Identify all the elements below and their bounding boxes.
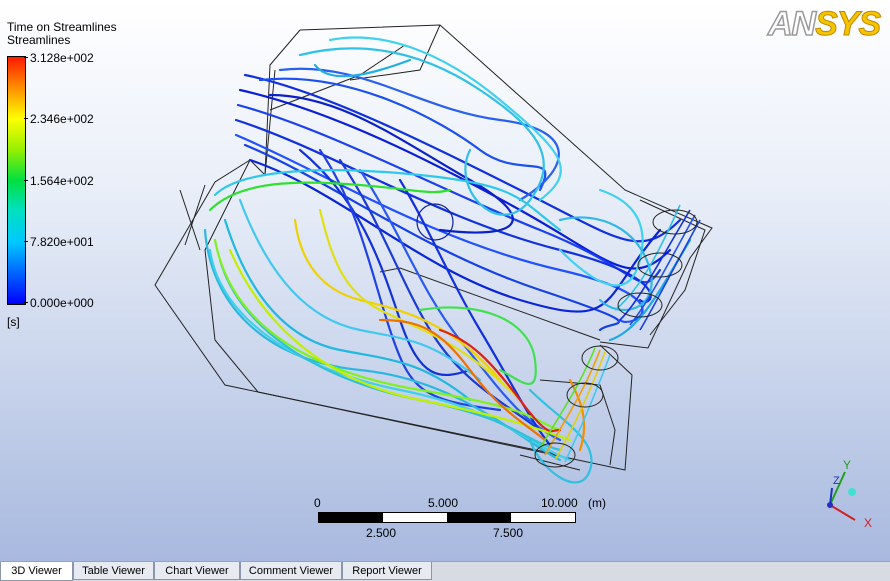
- legend-tick-label: 0.000e+000: [30, 296, 94, 310]
- logo-part1: AN: [767, 4, 817, 44]
- streamlines-warm: [208, 181, 586, 452]
- legend-subtitle: Streamlines: [7, 33, 71, 47]
- scale-label-top: 5.000: [428, 496, 459, 510]
- scale-bar-graphic: [318, 512, 576, 523]
- tab-chart-viewer[interactable]: Chart Viewer: [154, 562, 240, 580]
- streamline-scene[interactable]: Y X Z: [0, 0, 890, 561]
- tab-report-viewer[interactable]: Report Viewer: [342, 562, 432, 580]
- logo-part2: SYS: [815, 5, 882, 44]
- tab-3d-viewer[interactable]: 3D Viewer: [0, 562, 73, 581]
- legend-unit: [s]: [7, 315, 20, 329]
- axis-z-label: Z: [833, 475, 840, 487]
- viewer-tab-bar: 3D Viewer Table Viewer Chart Viewer Comm…: [0, 561, 890, 581]
- legend-tick-label: 7.820e+001: [30, 235, 94, 249]
- legend-tick-label: 2.346e+002: [30, 112, 94, 126]
- axis-x-label: X: [864, 516, 872, 530]
- scale-label-bottom: 7.500: [493, 526, 524, 540]
- scale-label-top: 0: [314, 496, 321, 510]
- streamlines-blue: [234, 67, 682, 447]
- legend-tick-label: 3.128e+002: [30, 51, 94, 65]
- scale-unit: (m): [588, 496, 606, 510]
- 3d-viewer[interactable]: Y X Z Time on Streamlines Streamlines 3.…: [0, 0, 890, 561]
- tab-comment-viewer[interactable]: Comment Viewer: [240, 562, 342, 580]
- axis-y-label: Y: [843, 458, 851, 472]
- scale-label-bottom: 2.500: [366, 526, 397, 540]
- axis-triad: Y X Z: [827, 458, 872, 530]
- scale-label-top: 10.000: [541, 496, 578, 510]
- streamlines-cyan: [203, 36, 692, 484]
- legend-tick-label: 1.564e+002: [30, 174, 94, 188]
- ansys-logo: ANSYS: [767, 4, 882, 44]
- tab-table-viewer[interactable]: Table Viewer: [73, 562, 154, 580]
